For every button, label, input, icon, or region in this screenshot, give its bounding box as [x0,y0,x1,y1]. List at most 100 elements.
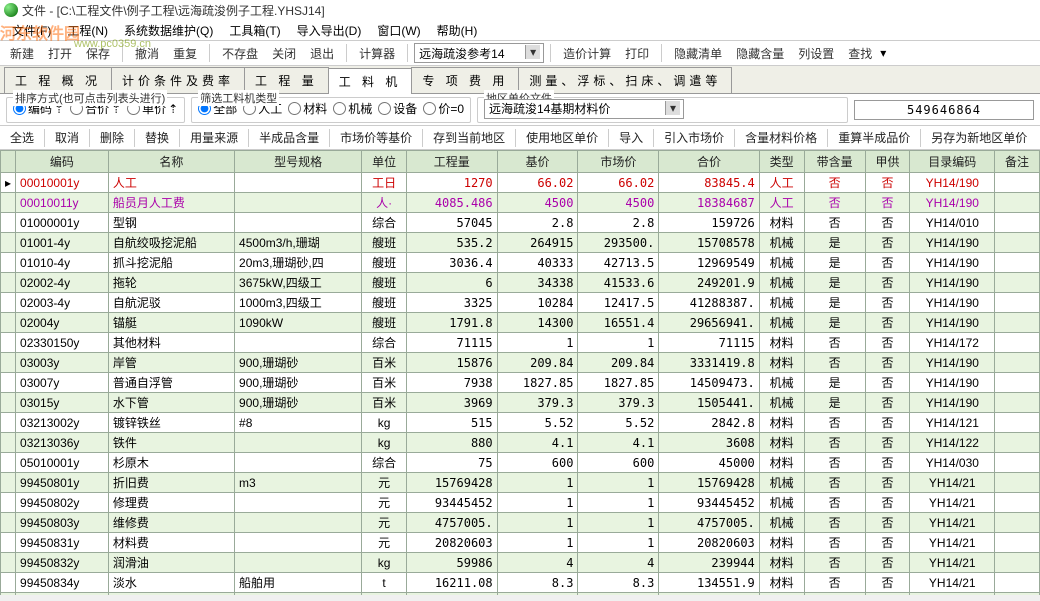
new-button[interactable]: 新建 [4,43,40,64]
table-row[interactable]: 03015y水下管900,珊瑚砂百米3969379.3379.31505441.… [1,393,1040,413]
cell[interactable]: 4.1 [578,433,659,453]
cell[interactable]: 机械 [759,293,804,313]
col-header[interactable]: 市场价 [578,151,659,173]
row-selector[interactable] [1,233,16,253]
cell[interactable]: YH14/190 [910,233,995,253]
cell[interactable]: 机械 [759,273,804,293]
cell[interactable]: 否 [865,473,910,493]
cell[interactable]: 否 [865,293,910,313]
cell[interactable]: 93445452 [406,493,497,513]
cell[interactable]: 15708578 [659,233,759,253]
cell[interactable]: 02003-4y [16,293,109,313]
cell[interactable]: 42713.5 [578,253,659,273]
cell[interactable]: 66.02 [497,173,578,193]
cost-calc-button[interactable]: 造价计算 [557,43,617,64]
cell[interactable]: 拖轮 [108,273,234,293]
cell[interactable]: 10284 [497,293,578,313]
cell[interactable]: 15769428 [406,473,497,493]
cell[interactable]: 否 [865,333,910,353]
cell[interactable]: 是 [804,273,865,293]
row-selector[interactable] [1,553,16,573]
table-row[interactable]: 02002-4y拖轮3675kW,四级工艘班63433841533.624920… [1,273,1040,293]
cell[interactable]: 百米 [362,393,407,413]
col-header[interactable]: 甲供 [865,151,910,173]
action-7[interactable]: 存到当前地区 [429,127,509,148]
cell[interactable]: 锚艇 [108,313,234,333]
cell[interactable]: YH14/110 [910,593,995,596]
cell[interactable]: 3036.4 [406,253,497,273]
cell[interactable]: 否 [865,573,910,593]
table-row[interactable]: 03213036y铁件kg8804.14.13608材料否否YH14/122 [1,433,1040,453]
cell[interactable]: 6.8 [578,593,659,596]
cell[interactable]: YH14/121 [910,413,995,433]
cell[interactable]: 29656941. [659,313,759,333]
close-button[interactable]: 关闭 [266,43,302,64]
cell[interactable]: 工日 [362,173,407,193]
cell[interactable] [235,453,362,473]
cell[interactable]: 515 [406,413,497,433]
cell[interactable] [995,253,1040,273]
cell[interactable]: 否 [865,493,910,513]
cell[interactable] [995,553,1040,573]
table-row[interactable]: 02330150y其他材料综合711151171115材料否否YH14/172 [1,333,1040,353]
cell[interactable]: kg [362,433,407,453]
cell[interactable]: 1 [497,473,578,493]
action-1[interactable]: 取消 [51,127,83,148]
cell[interactable] [995,533,1040,553]
calc-button[interactable]: 计算器 [353,43,401,64]
cell[interactable]: 15769428 [659,473,759,493]
cell[interactable]: 5.52 [578,413,659,433]
cell[interactable]: 01001-4y [16,233,109,253]
cell[interactable] [235,533,362,553]
cell[interactable]: 14509473. [659,373,759,393]
find-button[interactable]: 查找 [842,43,878,64]
cell[interactable] [995,493,1040,513]
redo-button[interactable]: 重复 [167,43,203,64]
cell[interactable]: 4.1 [497,433,578,453]
cell[interactable]: 百米 [362,373,407,393]
cell[interactable] [995,353,1040,373]
cell[interactable]: 否 [865,173,910,193]
cell[interactable]: 20m3,珊瑚砂,四 [235,253,362,273]
cell[interactable]: 1 [497,513,578,533]
table-row[interactable]: 99450803y维修费元4757005.114757005.机械否否YH14/… [1,513,1040,533]
cell[interactable]: 03003y [16,353,109,373]
cell[interactable]: 否 [865,193,910,213]
filter-material-radio[interactable]: 材料 [288,100,327,117]
cell[interactable]: 材料 [759,413,804,433]
col-header[interactable]: 单位 [362,151,407,173]
cell[interactable]: YH14/122 [910,433,995,453]
cell[interactable]: 否 [804,433,865,453]
cell[interactable]: 元 [362,533,407,553]
cell[interactable]: 134551.9 [659,573,759,593]
menu-import-export[interactable]: 导入导出(D) [291,20,368,41]
cell[interactable]: 元 [362,513,407,533]
cell[interactable]: 艘班 [362,273,407,293]
hide-list-button[interactable]: 隐藏清单 [668,43,728,64]
cell[interactable]: 否 [804,193,865,213]
row-selector[interactable] [1,193,16,213]
cell[interactable]: 其他材料 [108,333,234,353]
cell[interactable]: 15876 [406,353,497,373]
col-header[interactable]: 带含量 [804,151,865,173]
cell[interactable]: YH14/190 [910,353,995,373]
action-10[interactable]: 引入市场价 [660,127,728,148]
cell[interactable]: 材料 [759,213,804,233]
cell[interactable]: 1270 [406,173,497,193]
cell[interactable]: 1 [578,473,659,493]
table-row[interactable]: 99450831y材料费元208206031120820603材料否否YH14/… [1,533,1040,553]
cell[interactable]: 4500 [578,193,659,213]
cell[interactable]: YH14/190 [910,293,995,313]
cell[interactable]: 铁件 [108,433,234,453]
cell[interactable]: 57045 [406,213,497,233]
row-selector[interactable] [1,413,16,433]
action-4[interactable]: 用量来源 [186,127,242,148]
col-header[interactable]: 型号规格 [235,151,362,173]
cell[interactable]: YH14/010 [910,213,995,233]
col-header[interactable]: 基价 [497,151,578,173]
cell[interactable] [235,513,362,533]
cell[interactable]: 水下管 [108,393,234,413]
table-row[interactable]: 00010011y船员月人工费人·4085.486450045001838468… [1,193,1040,213]
cell[interactable]: 16211.08 [406,573,497,593]
table-row[interactable]: 01000001y型钢综合570452.82.8159726材料否否YH14/0… [1,213,1040,233]
